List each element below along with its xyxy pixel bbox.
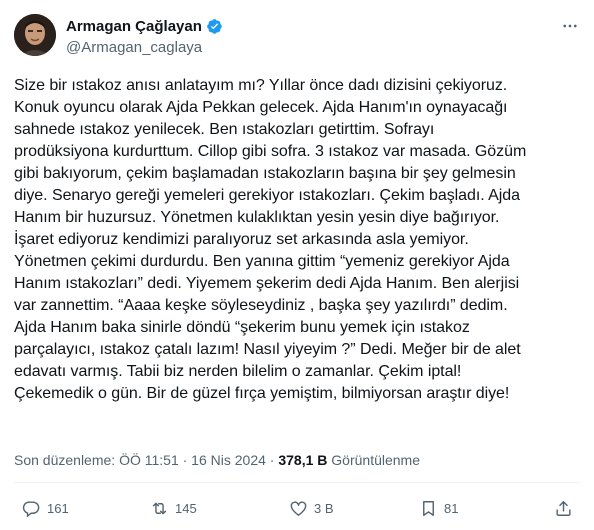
verified-badge-icon	[206, 18, 223, 35]
action-bar: 161 145 3 B 81	[0, 494, 594, 522]
bookmark-button[interactable]: 81	[419, 494, 458, 522]
tweet-line: diye. Senaryo gereği yemeleri gerekiyor …	[14, 187, 520, 204]
tweet-line: Size bir ıstakoz anısı anlatayım mı? Yıl…	[14, 77, 508, 94]
tweet-line: Ajda Hanım baka sinirle döndü “şekerim b…	[14, 319, 470, 336]
bookmark-icon	[419, 499, 438, 518]
tweet-line: parçalayıcı, ıstakoz çatalı lazım! Nasıl…	[14, 341, 521, 358]
views-label: Görüntülenme	[327, 452, 420, 468]
tweet-line: Konuk oyuncu olarak Ajda Pekkan gelecek.…	[14, 99, 508, 116]
share-icon	[554, 499, 573, 518]
author-name[interactable]: Armagan Çağlayan	[66, 17, 202, 36]
tweet-text: Size bir ıstakoz anısı anlatayım mı? Yıl…	[14, 75, 580, 405]
edited-timestamp[interactable]: Son düzenleme: ÖÖ 11:51 · 16 Nis 2024 ·	[14, 452, 278, 468]
tweet-card: Armagan Çağlayan @Armagan_caglaya Size b…	[0, 0, 594, 530]
tweet-line: Yönetmen çekimi durdurdu. Ben yanına git…	[14, 253, 510, 270]
retweet-button[interactable]: 145	[150, 494, 197, 522]
more-dots-icon[interactable]	[560, 16, 580, 36]
like-icon	[289, 499, 308, 518]
reply-count: 161	[47, 500, 69, 516]
reply-button[interactable]: 161	[22, 494, 69, 522]
author-name-row: Armagan Çağlayan	[66, 17, 223, 36]
tweet-line: prodüksiyona kurdurttum. Cillop gibi sof…	[14, 143, 527, 160]
divider	[14, 482, 580, 483]
retweet-icon	[150, 499, 169, 518]
tweet-meta: Son düzenleme: ÖÖ 11:51 · 16 Nis 2024 · …	[14, 451, 420, 469]
reply-icon	[22, 499, 41, 518]
tweet-line: Hanım bir huzursuz. Yönetmen kulaklıktan…	[14, 209, 500, 226]
tweet-line: sahnede ıstakoz yenilecek. Ben ıstakozla…	[14, 121, 435, 138]
like-count: 3 B	[314, 500, 334, 516]
like-button[interactable]: 3 B	[289, 494, 334, 522]
share-button[interactable]	[554, 494, 573, 522]
tweet-line: Hanım ıstakozları” dedi. Yiyemem şekerim…	[14, 275, 520, 292]
bookmark-count: 81	[444, 500, 459, 516]
tweet-line: Çekemedik o gün. Bir de güzel fırça yemi…	[14, 385, 510, 402]
author-handle[interactable]: @Armagan_caglaya	[66, 38, 202, 57]
avatar[interactable]	[14, 14, 56, 56]
tweet-line: var zannettim. “Aaaa keşke söyleseydiniz…	[14, 297, 508, 314]
tweet-line: edavatı varmış. Tabii biz nerden bilelim…	[14, 363, 462, 380]
retweet-count: 145	[175, 500, 197, 516]
tweet-line: gibi bakıyorum, çekim başlamadan ıstakoz…	[14, 165, 516, 182]
tweet-line: İşaret ediyoruz kendimizi paralıyoruz se…	[14, 231, 469, 248]
views-count: 378,1 B	[278, 452, 328, 468]
